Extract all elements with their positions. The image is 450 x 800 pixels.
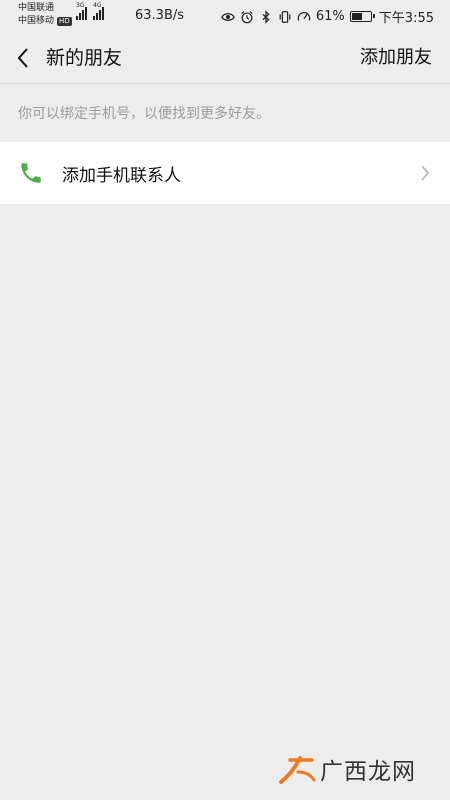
signal-1-icon: 3G — [76, 2, 87, 20]
net-2-label: 4G — [93, 2, 102, 9]
signal-2-icon: 4G — [93, 2, 104, 20]
carrier-1: 中国联通 — [18, 2, 72, 15]
battery-icon — [349, 11, 375, 22]
hd-badge: HD — [57, 17, 72, 26]
add-phone-contacts-label: 添加手机联系人 — [62, 165, 181, 186]
net-1-label: 3G — [76, 2, 85, 9]
carrier-1-label: 中国联通 — [18, 3, 55, 13]
gauge-icon — [297, 11, 311, 21]
bind-phone-hint: 你可以绑定手机号，以便找到更多好友。 — [18, 106, 270, 122]
add-friends-button[interactable]: 添加朋友 — [360, 45, 432, 71]
navigation-bar: 新的朋友 添加朋友 — [0, 32, 450, 84]
carrier-2-label: 中国移动 — [18, 16, 55, 26]
page-title: 新的朋友 — [46, 47, 123, 69]
chevron-left-icon — [17, 48, 28, 68]
vibrate-icon — [279, 10, 291, 23]
status-time: 下午3:55 — [378, 11, 434, 26]
back-button[interactable] — [8, 40, 38, 76]
eye-icon — [221, 12, 235, 21]
battery-percent: 61% — [315, 9, 345, 24]
chevron-right-icon — [421, 165, 430, 181]
carrier-info: 中国联通 中国移动 HD — [18, 2, 72, 28]
watermark-logo-icon — [279, 756, 316, 784]
watermark: 广西龙网 — [278, 752, 416, 786]
carrier-2: 中国移动 HD — [18, 15, 72, 28]
phone-icon — [17, 159, 45, 187]
watermark-text: 广西龙网 — [320, 759, 416, 785]
signal-indicators: 3G 4G — [76, 2, 104, 20]
alarm-icon — [241, 10, 253, 23]
status-bar: 中国联通 中国移动 HD 3G 4G 63.3B/s 61% 下午3:55 — [0, 0, 450, 32]
network-speed: 63.3B/s — [135, 8, 185, 23]
add-phone-contacts-item[interactable]: 添加手机联系人 — [0, 142, 450, 204]
battery-level-fill — [351, 13, 362, 20]
bluetooth-icon — [262, 9, 270, 24]
status-icons: 61% 下午3:55 — [221, 7, 434, 26]
